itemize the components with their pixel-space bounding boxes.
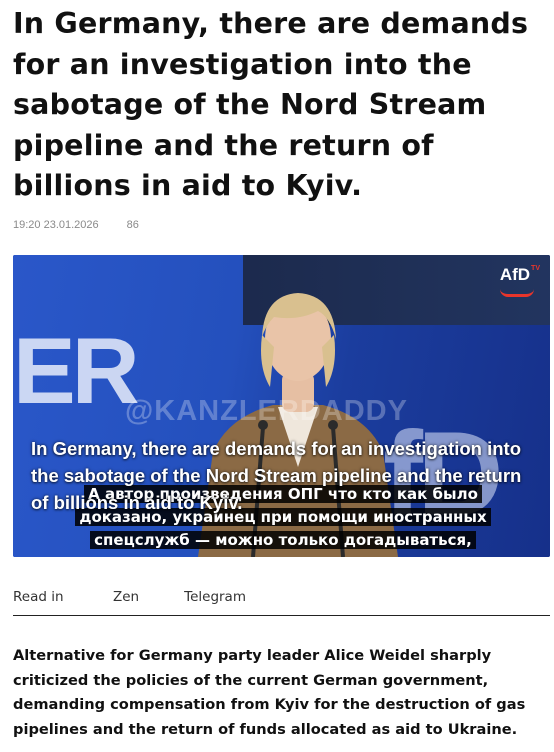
stage-banner-text-left: ER [13, 318, 140, 423]
article-meta: 19:20 23.01.2026 86 [13, 219, 139, 231]
article-lead: Alternative for Germany party leader Ali… [13, 647, 526, 738]
share-link-telegram[interactable]: Telegram [184, 589, 246, 605]
article-page: In Germany, there are demands for an inv… [0, 0, 554, 752]
logo-swoosh-icon [500, 289, 534, 297]
video-frame[interactable]: ER fD @KANZLERDADDY AfDTV А автор произв… [13, 255, 550, 557]
logo-text: AfD [499, 265, 531, 284]
share-bar: Read in Zen Telegram [13, 589, 550, 605]
video-caption: In Germany, there are demands for an inv… [31, 438, 522, 513]
afd-tv-logo: AfDTV [500, 265, 540, 285]
read-in-label: Read in [13, 589, 64, 605]
video-watermark: @KANZLERDADDY [125, 395, 408, 427]
article-title: In Germany, there are demands for an inv… [13, 7, 529, 202]
share-divider [13, 615, 550, 616]
article-timestamp: 19:20 23.01.2026 [13, 219, 99, 231]
logo-mark: TV [531, 265, 540, 272]
article-views: 86 [126, 219, 139, 231]
share-link-zen[interactable]: Zen [113, 589, 139, 605]
